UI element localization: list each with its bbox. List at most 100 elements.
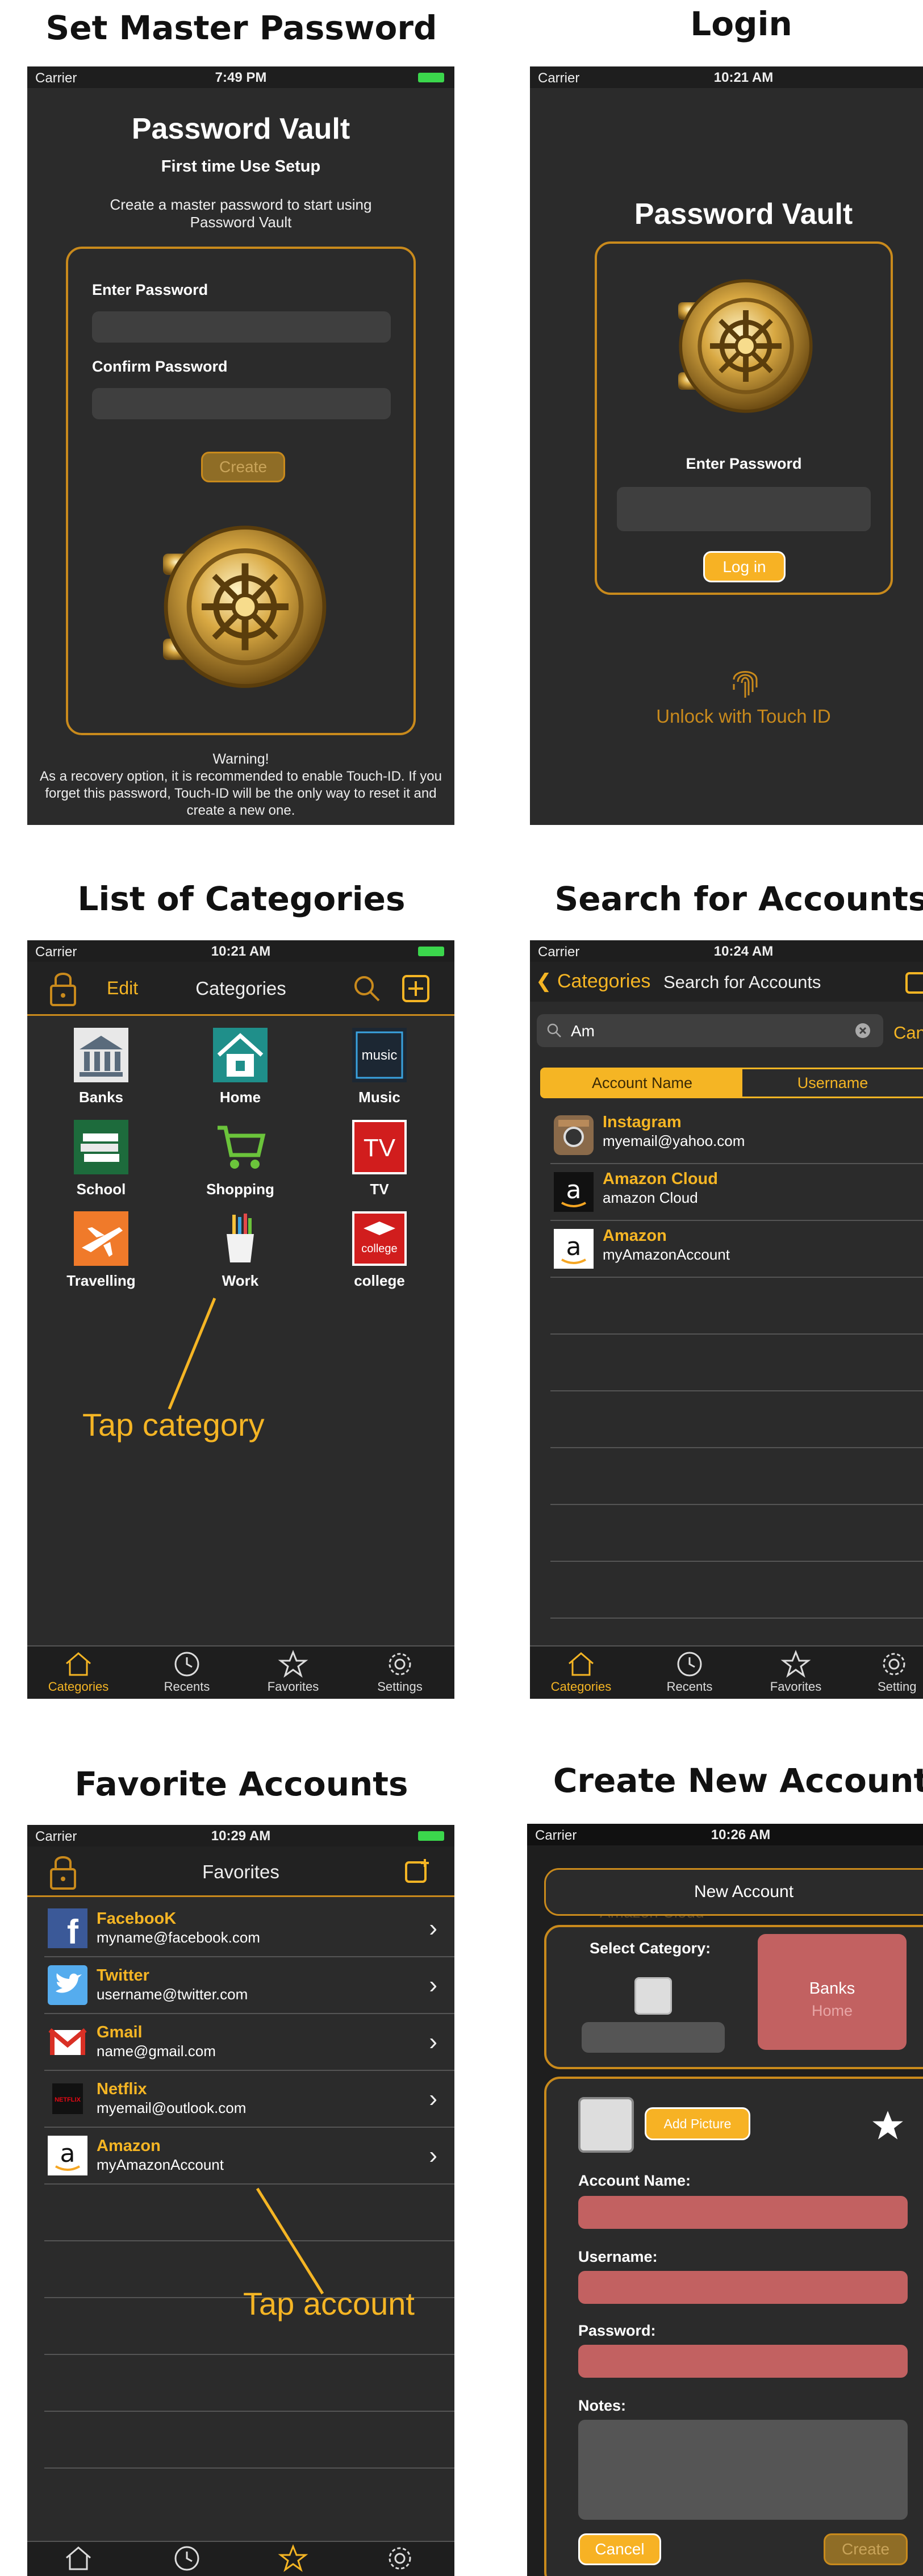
cancel-button[interactable]: Cancel (578, 2533, 661, 2565)
status-bar: Carrier 10:29 AM (27, 1825, 454, 1846)
search-input[interactable]: Am (571, 1022, 595, 1040)
nav-bar: Favorites (27, 1846, 454, 1897)
category-label: TV (370, 1181, 389, 1198)
account-form-panel: Add Picture Account Name: Username: Pass… (544, 2077, 923, 2576)
row-divider (44, 2354, 454, 2355)
account-image-placeholder[interactable] (578, 2097, 634, 2153)
gmail-icon (48, 2028, 87, 2055)
login-button[interactable]: Log in (703, 551, 786, 582)
title-favorite-accounts: Favorite Accounts (74, 1765, 408, 1803)
enter-password-field[interactable] (92, 311, 391, 343)
result-name: Amazon (603, 1227, 667, 1245)
tab-recents[interactable]: Recents (147, 1650, 227, 1694)
status-time: 10:21 AM (713, 70, 774, 85)
battery-icon (418, 73, 444, 82)
result-row[interactable]: Instagram myemail@yahoo.com (550, 1106, 923, 1164)
account-name-field[interactable] (578, 2196, 908, 2229)
notes-textarea[interactable] (578, 2420, 908, 2520)
tab-categories[interactable]: Categories (541, 1650, 621, 1694)
chevron-right-icon: › (429, 2028, 437, 2056)
account-name: FacebooK (97, 1910, 177, 1928)
search-icon[interactable] (353, 974, 381, 1003)
setup-subtitle: First time Use Setup (161, 157, 321, 176)
tab-categories[interactable]: Categories (39, 1650, 118, 1694)
tab-categories[interactable] (39, 2544, 118, 2574)
account-username: name@gmail.com (97, 2043, 216, 2060)
segment-account-name[interactable]: Account Name (542, 1069, 742, 1097)
add-icon[interactable] (402, 974, 430, 1003)
star-icon[interactable] (869, 2107, 907, 2144)
svg-text:f: f (67, 1913, 79, 1948)
confirm-password-field[interactable] (92, 388, 391, 419)
login-password-field[interactable] (617, 487, 871, 531)
category-tv[interactable]: TV TV (331, 1120, 428, 1198)
category-image-placeholder[interactable] (634, 1977, 672, 2015)
tab-recents[interactable]: Recents (650, 1650, 729, 1694)
password-field[interactable] (578, 2345, 908, 2378)
category-music[interactable]: music Music (331, 1028, 428, 1106)
add-icon[interactable] (905, 970, 923, 995)
category-college[interactable]: college college (331, 1211, 428, 1290)
status-bar: Carrier 10:21 AM (27, 940, 454, 962)
category-select-panel: Select Category: Banks Home (544, 1925, 923, 2069)
status-time: 7:49 PM (215, 70, 267, 85)
add-picture-button[interactable]: Add Picture (645, 2107, 750, 2140)
account-name: Twitter (97, 1966, 149, 1985)
status-time: 10:24 AM (713, 944, 774, 959)
favorite-row[interactable]: a Amazon myAmazonAccount › (44, 2127, 454, 2185)
favorite-row[interactable]: NETFLIX Netflix myemail@outlook.com › (44, 2070, 454, 2128)
favorite-row[interactable]: f FacebooK myname@facebook.com › (44, 1899, 454, 1957)
annotation-tap-account: Tap account (243, 2286, 415, 2321)
tab-favorites[interactable]: Favorites (756, 1650, 836, 1694)
tab-favorites[interactable] (253, 2544, 333, 2574)
cancel-button[interactable]: Canc (893, 1023, 923, 1043)
search-icon (547, 1023, 561, 1037)
title-login: Login (690, 5, 792, 43)
account-name: Amazon (97, 2137, 161, 2155)
create-button[interactable]: Create (824, 2533, 908, 2565)
tab-settings[interactable] (360, 2544, 440, 2574)
picker-next: Home (811, 2002, 853, 2019)
category-school[interactable]: School (53, 1120, 149, 1198)
tab-bar: Categories Recents Favorites Setting (530, 1645, 923, 1699)
home-icon (569, 1652, 594, 1676)
tab-favorites[interactable]: Favorites (253, 1650, 333, 1694)
back-button[interactable]: ❮ Categories (536, 970, 650, 993)
sheet-header: New Account (544, 1868, 923, 1916)
vault-door-icon (144, 510, 337, 703)
favorite-row[interactable]: Twitter username@twitter.com › (44, 1956, 454, 2014)
result-sub: myAmazonAccount (603, 1246, 730, 1263)
result-row[interactable]: a Amazon Cloud amazon Cloud (550, 1163, 923, 1221)
category-name-field[interactable] (582, 2022, 725, 2053)
favorite-row[interactable]: Gmail name@gmail.com › (44, 2013, 454, 2071)
nav-bar: ❮ Categories Search for Accounts (530, 962, 923, 1002)
tab-settings[interactable]: Setting (863, 1650, 923, 1694)
category-work[interactable]: Work (192, 1211, 289, 1290)
clear-icon[interactable] (855, 1023, 871, 1039)
vault-door-icon (662, 266, 821, 426)
row-divider (550, 1504, 923, 1505)
touch-id-label[interactable]: Unlock with Touch ID (530, 706, 923, 727)
category-travelling[interactable]: Travelling (53, 1211, 149, 1290)
category-shopping[interactable]: Shopping (192, 1120, 289, 1198)
row-divider (44, 2411, 454, 2412)
tab-settings[interactable]: Settings (360, 1650, 440, 1694)
search-bar[interactable]: Am (537, 1014, 883, 1047)
chevron-left-icon: ❮ (536, 970, 552, 992)
tab-recents[interactable] (147, 2544, 227, 2574)
category-banks[interactable]: Banks (53, 1028, 149, 1106)
account-username: myname@facebook.com (97, 1929, 260, 1946)
result-row[interactable]: a Amazon myAmazonAccount (550, 1220, 923, 1278)
svg-text:a: a (60, 2139, 76, 2168)
category-picker[interactable]: Banks Home (758, 1934, 907, 2050)
select-category-label: Select Category: (590, 1940, 711, 1957)
create-button[interactable]: Create (201, 452, 285, 482)
add-account-icon[interactable] (404, 1858, 431, 1884)
username-field[interactable] (578, 2271, 908, 2304)
segment-username[interactable]: Username (742, 1069, 923, 1097)
status-bar: Carrier 10:24 AM (530, 940, 923, 962)
cart-icon (218, 1126, 266, 1169)
category-home[interactable]: Home (192, 1028, 289, 1106)
tab-label: Favorites (770, 1679, 822, 1694)
fingerprint-icon[interactable] (729, 662, 761, 700)
